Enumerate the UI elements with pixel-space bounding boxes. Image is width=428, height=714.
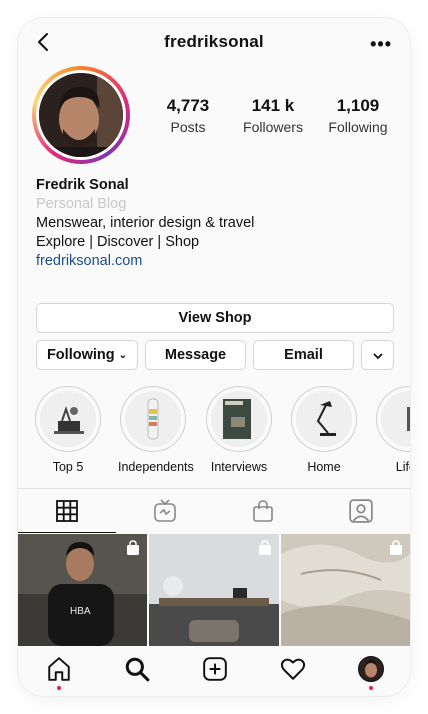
search-icon	[125, 657, 150, 682]
story-avatar[interactable]	[32, 66, 130, 164]
shop-icon	[253, 500, 273, 522]
suggested-dropdown-button[interactable]	[361, 340, 394, 370]
post-thumbnail[interactable]	[149, 534, 279, 646]
highlight-label: Interviews	[210, 460, 268, 474]
highlight-label: Lifes	[395, 460, 410, 474]
nav-add[interactable]	[200, 654, 230, 684]
bio-line: Menswear, interior design & travel	[36, 215, 255, 231]
followers-count: 141 k	[251, 96, 295, 115]
heart-icon	[280, 658, 306, 680]
profile-avatar	[358, 656, 384, 682]
profile-stats: 4,773 Posts 141 k Followers 1,109 Follow…	[148, 96, 398, 135]
following-button[interactable]: Following ⌄	[36, 340, 138, 370]
posts-count: 4,773	[166, 96, 210, 115]
more-icon[interactable]: •••	[370, 34, 392, 55]
email-button[interactable]: Email	[253, 340, 354, 370]
following-button-label: Following	[46, 347, 115, 363]
highlight-top5[interactable]: Top 5	[33, 386, 103, 474]
highlight-label: Top 5	[52, 460, 84, 474]
highlight-thumbnail	[381, 391, 410, 447]
notification-dot	[57, 686, 61, 690]
profile-bio: Fredrik Sonal Personal Blog Menswear, in…	[36, 176, 396, 271]
message-button[interactable]: Message	[145, 340, 246, 370]
profile-category: Personal Blog	[36, 196, 127, 212]
post-grid: HBA	[18, 534, 410, 646]
tab-shop[interactable]	[214, 489, 312, 533]
highlight-label: Independents	[118, 460, 194, 474]
add-icon	[203, 657, 227, 681]
post-thumbnail[interactable]: HBA	[18, 534, 147, 646]
highlight-thumbnail	[296, 391, 352, 447]
posts-label: Posts	[170, 119, 206, 135]
top-bar: fredriksonal •••	[18, 18, 410, 66]
highlight-label: Home	[307, 460, 341, 474]
nav-profile[interactable]	[356, 654, 386, 690]
post-thumbnail[interactable]	[281, 534, 410, 646]
nav-home[interactable]	[44, 654, 74, 690]
following-count: 1,109	[336, 96, 380, 115]
following-label: Following	[328, 119, 388, 135]
followers-label: Followers	[243, 119, 303, 135]
tab-tagged[interactable]	[312, 489, 410, 533]
highlight-lifestyle[interactable]: Lifes	[374, 386, 410, 474]
view-shop-button[interactable]: View Shop	[36, 303, 394, 333]
nav-activity[interactable]	[278, 654, 308, 684]
profile-username: fredriksonal	[164, 32, 264, 51]
posts-stat[interactable]: 4,773 Posts	[148, 96, 228, 135]
tab-igtv[interactable]	[116, 489, 214, 533]
followers-stat[interactable]: 141 k Followers	[233, 96, 313, 135]
grid-icon	[56, 499, 78, 522]
shop-bag-icon	[127, 540, 139, 555]
shop-bag-icon	[259, 540, 271, 555]
avatar	[39, 73, 123, 157]
highlight-thumbnail	[125, 391, 181, 447]
highlight-thumbnail	[40, 391, 96, 447]
chevron-down-icon: ⌄	[118, 350, 128, 361]
bio-line: Explore | Discover | Shop	[36, 234, 200, 250]
highlight-home[interactable]: Home	[289, 386, 359, 474]
nav-search[interactable]	[122, 654, 152, 684]
notification-dot	[369, 686, 373, 690]
profile-website-link[interactable]: fredriksonal.com	[36, 252, 396, 271]
home-icon	[48, 657, 70, 681]
profile-tabs	[18, 488, 410, 533]
chevron-down-icon	[372, 353, 383, 360]
bottom-navigation	[18, 646, 410, 696]
profile-name: Fredrik Sonal	[36, 177, 129, 193]
tab-grid[interactable]	[18, 489, 116, 533]
following-stat[interactable]: 1,109 Following	[318, 96, 398, 135]
shop-bag-icon	[390, 540, 402, 555]
shirt-print: HBA	[70, 606, 91, 617]
highlight-independents[interactable]: Independents	[118, 386, 194, 474]
igtv-icon	[154, 499, 176, 522]
phone-frame: fredriksonal ••• 4,773 Posts 141 k Follo…	[18, 18, 410, 696]
tagged-icon	[349, 499, 373, 523]
highlight-thumbnail	[211, 391, 267, 447]
highlight-interviews[interactable]: Interviews	[204, 386, 274, 474]
